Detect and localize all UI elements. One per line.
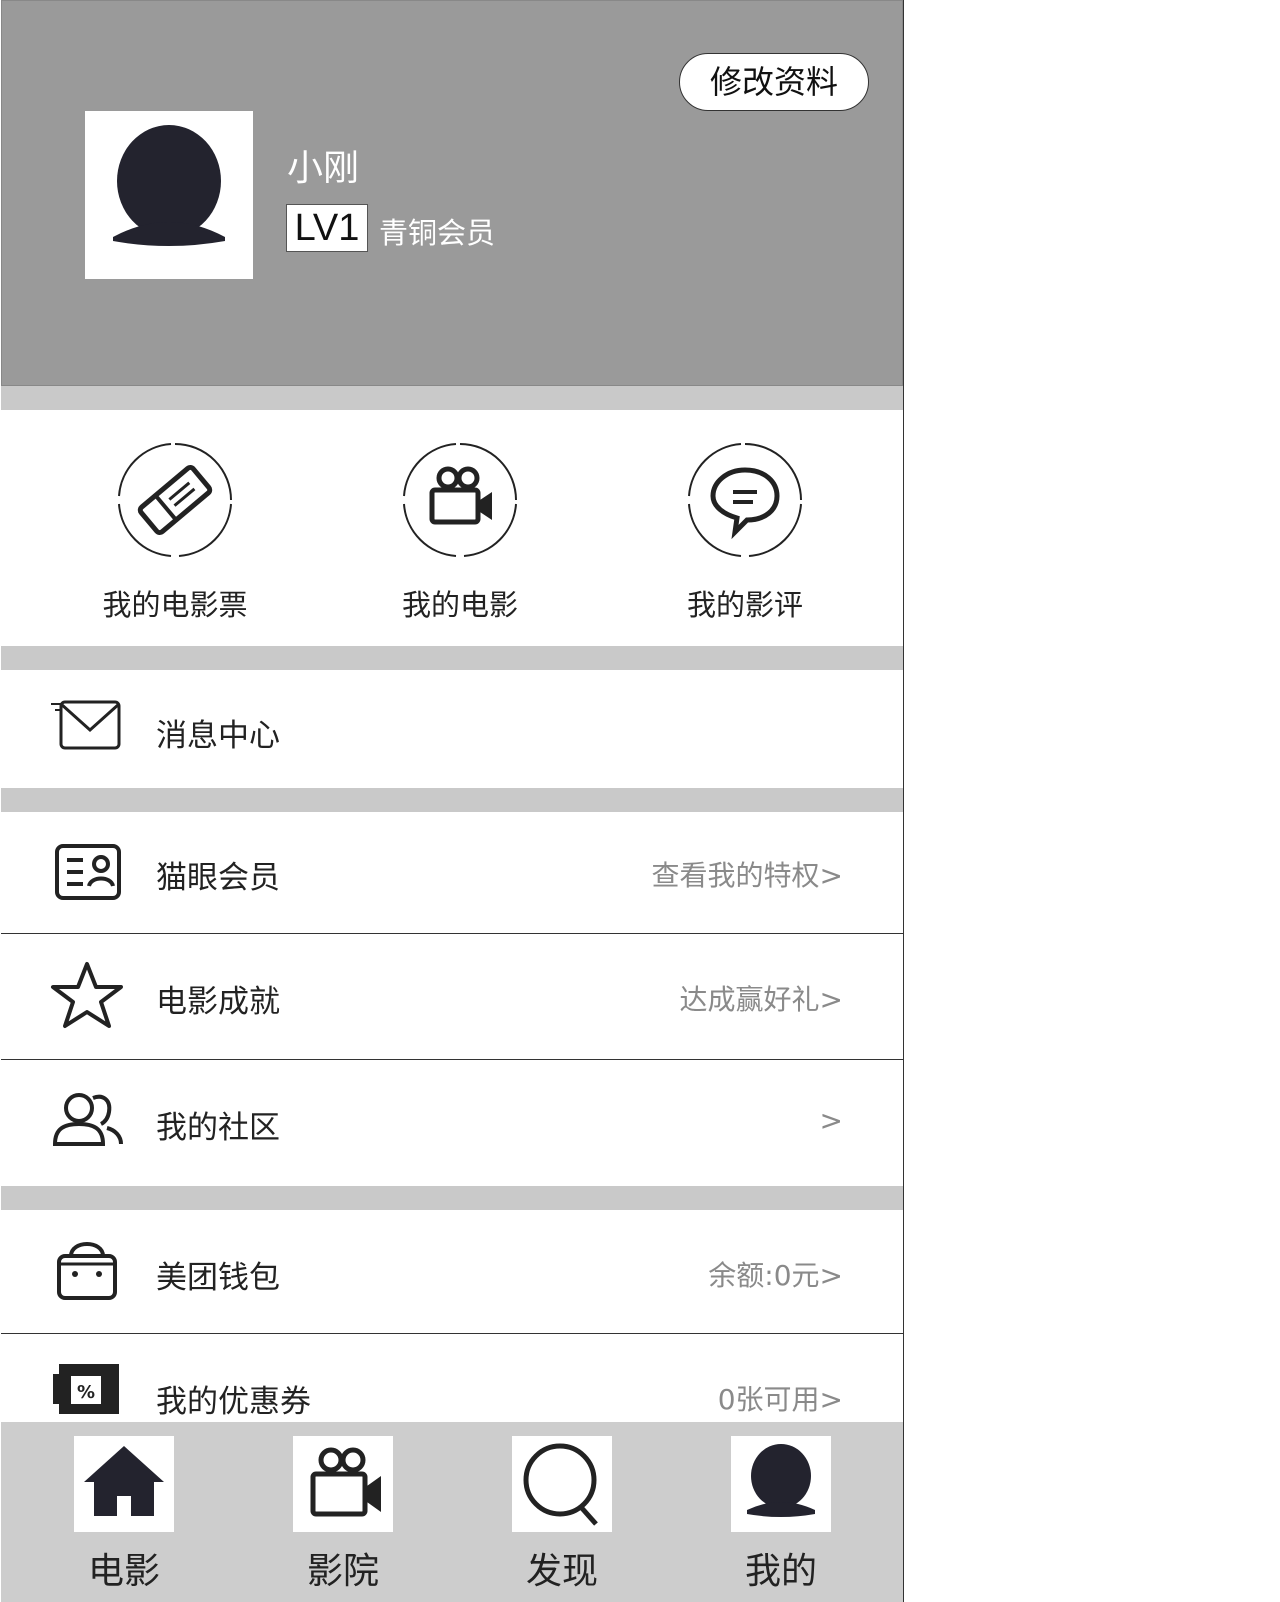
- menu-title: 美团钱包: [156, 1260, 280, 1296]
- shortcut-grid: 我的电影票 我的电影 我的影评: [1, 410, 903, 646]
- menu-title: 猫眼会员: [156, 860, 280, 896]
- menu-row-membership[interactable]: 猫眼会员 查看我的特权>: [1, 812, 903, 934]
- menu-title: 消息中心: [156, 718, 280, 754]
- menu-extra: >: [819, 1104, 843, 1137]
- shortcut-my-movies[interactable]: 我的电影: [360, 442, 560, 632]
- level-badge: LV1: [286, 204, 368, 252]
- tab-label: 影院: [306, 1551, 379, 1592]
- menu-title: 电影成就: [156, 984, 280, 1020]
- level-name: 青铜会员: [379, 216, 496, 250]
- shortcut-label: 我的影评: [686, 588, 803, 622]
- tab-movies[interactable]: 电影: [44, 1436, 204, 1596]
- shortcut-label: 我的电影票: [102, 588, 248, 622]
- avatar[interactable]: [85, 111, 253, 279]
- section-divider: [1, 386, 903, 410]
- menu-row-community[interactable]: 我的社区 >: [1, 1060, 903, 1186]
- menu-title: 我的社区: [156, 1110, 280, 1146]
- section-divider: [1, 788, 903, 812]
- avatar-icon: [113, 125, 225, 246]
- menu-row-wallet[interactable]: 美团钱包 余额:0元>: [1, 1210, 903, 1334]
- profile-header: 修改资料 小刚 LV1 青铜会员: [1, 0, 903, 386]
- tab-label: 电影: [87, 1551, 160, 1592]
- menu-row-messages[interactable]: 消息中心: [1, 670, 903, 788]
- users-icon: [49, 1086, 125, 1156]
- profile-icon: [731, 1436, 831, 1532]
- movie-camera-icon: [402, 442, 518, 558]
- tab-discover[interactable]: 发现: [482, 1436, 642, 1596]
- star-icon: [49, 960, 125, 1030]
- search-icon: [512, 1436, 612, 1532]
- shortcut-label: 我的电影: [401, 588, 518, 622]
- menu-extra: 达成赢好礼>: [679, 983, 843, 1016]
- coupon-icon: %: [49, 1360, 125, 1430]
- menu-extra: 查看我的特权>: [651, 859, 843, 892]
- tab-label: 我的: [744, 1551, 817, 1592]
- member-card-icon: [49, 838, 125, 908]
- menu-extra: 0张可用>: [717, 1383, 843, 1416]
- comment-icon: [687, 442, 803, 558]
- bottom-tab-bar: 电影 影院 发现 我的: [1, 1422, 903, 1602]
- ticket-icon: [117, 442, 233, 558]
- section-divider: [1, 1186, 903, 1210]
- shortcut-my-reviews[interactable]: 我的影评: [645, 442, 845, 632]
- bag-icon: [49, 1234, 125, 1304]
- home-icon: [74, 1436, 174, 1532]
- svg-text:%: %: [77, 1382, 95, 1403]
- phone-screen: 修改资料 小刚 LV1 青铜会员 我的电影票 我的电影 我的影评 消息中心 猫眼…: [1, 0, 904, 1602]
- menu-extra: 余额:0元>: [708, 1259, 843, 1292]
- tab-label: 发现: [525, 1551, 598, 1592]
- username: 小刚: [287, 148, 360, 189]
- menu-title: 我的优惠券: [156, 1384, 311, 1420]
- section-divider: [1, 646, 903, 670]
- tab-mine[interactable]: 我的: [701, 1436, 861, 1596]
- edit-profile-button[interactable]: 修改资料: [679, 53, 869, 111]
- tab-cinemas[interactable]: 影院: [263, 1436, 423, 1596]
- menu-row-achievements[interactable]: 电影成就 达成赢好礼>: [1, 934, 903, 1060]
- shortcut-my-tickets[interactable]: 我的电影票: [75, 442, 275, 632]
- movie-camera-icon: [293, 1436, 393, 1532]
- mail-icon: [49, 694, 125, 764]
- menu-row-coupons[interactable]: % 我的优惠券 0张可用>: [1, 1334, 903, 1422]
